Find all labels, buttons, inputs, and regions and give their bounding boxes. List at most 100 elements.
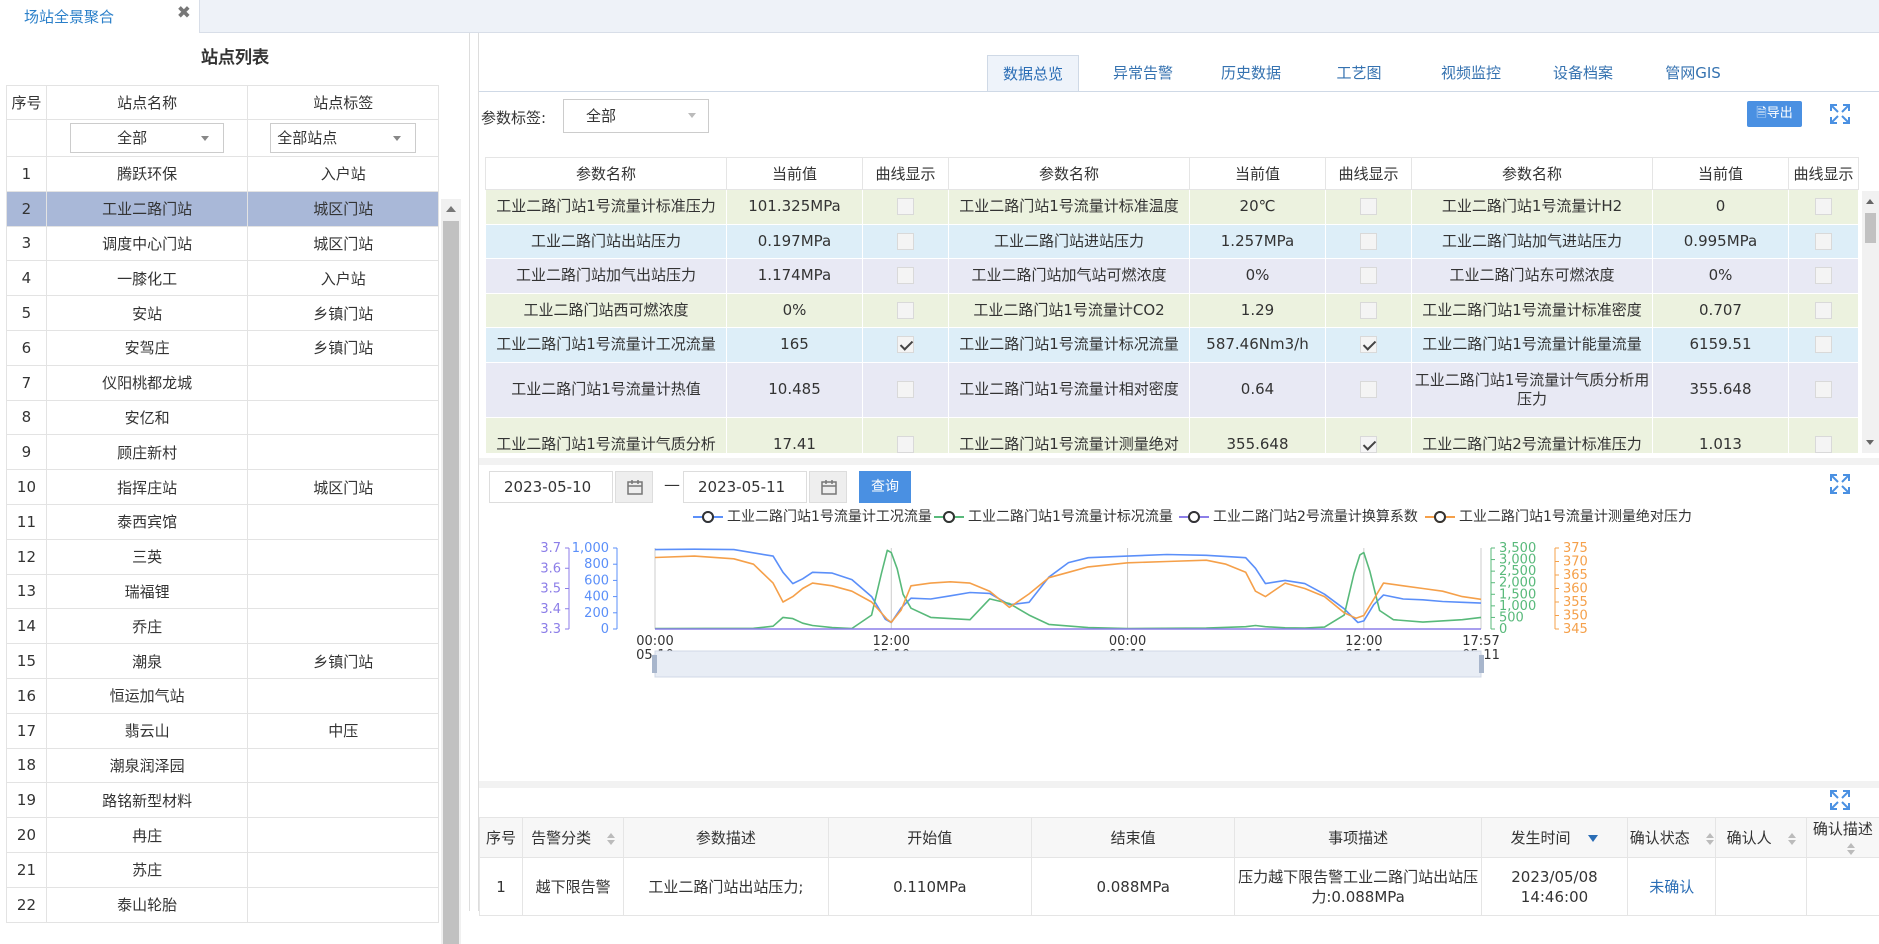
scrollbar-thumb[interactable]: [1865, 213, 1876, 243]
calendar-icon[interactable]: [809, 471, 847, 503]
curve-checkbox[interactable]: [1360, 336, 1377, 353]
station-row[interactable]: 6安驾庄乡镇门站: [7, 330, 439, 365]
tab-item[interactable]: 设备档案: [1531, 55, 1635, 92]
curve-checkbox[interactable]: [1815, 233, 1832, 250]
station-row[interactable]: 7仪阳桃都龙城: [7, 365, 439, 400]
legend-item[interactable]: 工业二路门站1号流量计标况流量: [934, 506, 1173, 526]
fullscreen-icon[interactable]: [1829, 103, 1851, 125]
station-row[interactable]: 14乔庄: [7, 609, 439, 644]
curve-checkbox[interactable]: [1815, 436, 1832, 453]
curve-checkbox[interactable]: [1815, 267, 1832, 284]
station-row[interactable]: 11泰西宾馆: [7, 504, 439, 539]
tab-item[interactable]: 数据总览: [987, 55, 1079, 92]
curve-checkbox[interactable]: [1360, 381, 1377, 398]
station-row[interactable]: 15潮泉乡镇门站: [7, 644, 439, 679]
curve-checkbox[interactable]: [897, 233, 914, 250]
param-name: 工业二路门站进站压力: [949, 224, 1190, 259]
zoom-handle-left[interactable]: [652, 655, 657, 673]
station-row[interactable]: 1腾跃环保入户站: [7, 157, 439, 192]
curve-checkbox[interactable]: [1360, 267, 1377, 284]
station-name-filter[interactable]: 全部: [70, 123, 224, 153]
tab-item[interactable]: 历史数据: [1203, 55, 1299, 92]
alarm-row[interactable]: 1越下限告警工业二路门站出站压力;0.110MPa0.088MPa压力越下限告警…: [480, 858, 1879, 916]
station-tag: [248, 783, 439, 818]
station-row[interactable]: 16恒运加气站: [7, 678, 439, 713]
export-button[interactable]: 🗎导出: [1747, 101, 1802, 127]
curve-checkbox[interactable]: [1360, 233, 1377, 250]
col-header: 序号: [7, 86, 47, 120]
zoom-handle-right[interactable]: [1479, 655, 1484, 673]
alarm-cell: 0.088MPa: [1032, 858, 1235, 916]
station-row[interactable]: 2工业二路门站城区门站: [7, 191, 439, 226]
sort-desc-icon[interactable]: [1588, 835, 1598, 842]
station-row[interactable]: 5安站乡镇门站: [7, 296, 439, 331]
station-row[interactable]: 19路铭新型材料: [7, 783, 439, 818]
legend-item[interactable]: 工业二路门站1号流量计工况流量: [693, 506, 932, 526]
curve-checkbox[interactable]: [897, 436, 914, 453]
scroll-up-icon[interactable]: [446, 206, 456, 212]
sort-icon[interactable]: [1847, 843, 1855, 855]
curve-checkbox[interactable]: [1815, 302, 1832, 319]
station-row[interactable]: 12三英: [7, 539, 439, 574]
station-tag-filter[interactable]: 全部站点: [270, 123, 416, 153]
sort-icon[interactable]: [607, 833, 615, 845]
chevron-down-icon: [201, 136, 209, 141]
calendar-icon[interactable]: [615, 471, 653, 503]
tab-item[interactable]: 管网GIS: [1643, 55, 1743, 92]
station-list-scrollbar[interactable]: [441, 199, 461, 944]
curve-checkbox[interactable]: [1815, 198, 1832, 215]
curve-checkbox[interactable]: [1360, 302, 1377, 319]
scroll-up-icon[interactable]: [1866, 199, 1874, 204]
legend-item[interactable]: 工业二路门站2号流量计换算系数: [1179, 506, 1418, 526]
alarm-cell[interactable]: 未确认: [1628, 858, 1716, 916]
param-col-header: 参数名称: [486, 158, 727, 190]
tab-item[interactable]: 异常告警: [1095, 55, 1191, 92]
curve-checkbox[interactable]: [1360, 436, 1377, 453]
zoom-slider[interactable]: [655, 651, 1481, 677]
station-row[interactable]: 21苏庄: [7, 852, 439, 887]
station-row[interactable]: 3调度中心门站城区门站: [7, 226, 439, 261]
station-index: 7: [7, 365, 47, 400]
param-table-scrollbar[interactable]: [1862, 191, 1879, 453]
tab-item[interactable]: 工艺图: [1311, 55, 1407, 92]
close-icon[interactable]: ✖: [177, 3, 191, 23]
sort-icon[interactable]: [1706, 833, 1714, 845]
curve-checkbox[interactable]: [897, 198, 914, 215]
curve-checkbox[interactable]: [897, 302, 914, 319]
date-to-input[interactable]: 2023-05-11: [683, 471, 807, 503]
station-name: 苏庄: [46, 852, 248, 887]
curve-checkbox[interactable]: [897, 267, 914, 284]
station-row[interactable]: 9顾庄新村: [7, 435, 439, 470]
station-row[interactable]: 8安亿和: [7, 400, 439, 435]
station-row[interactable]: 22泰山轮胎: [7, 887, 439, 922]
curve-checkbox[interactable]: [1815, 336, 1832, 353]
curve-checkbox[interactable]: [1360, 198, 1377, 215]
scroll-down-icon[interactable]: [1866, 440, 1874, 445]
curve-toggle-cell: [1326, 328, 1412, 363]
curve-checkbox[interactable]: [897, 336, 914, 353]
legend-item[interactable]: 工业二路门站1号流量计测量绝对压力: [1425, 506, 1692, 526]
curve-checkbox[interactable]: [1815, 381, 1832, 398]
sort-icon[interactable]: [1788, 833, 1796, 845]
date-from-input[interactable]: 2023-05-10: [489, 471, 613, 503]
station-row[interactable]: 17翡云山中压: [7, 713, 439, 748]
fullscreen-icon[interactable]: [1829, 789, 1851, 811]
tab-station-overview[interactable]: 场站全景聚合 ✖: [0, 0, 200, 33]
alarm-cell: [1806, 858, 1879, 916]
station-row[interactable]: 4一膝化工入户站: [7, 261, 439, 296]
tab-item[interactable]: 视频监控: [1419, 55, 1523, 92]
station-name: 翡云山: [46, 713, 248, 748]
station-row[interactable]: 20冉庄: [7, 818, 439, 853]
alarm-col-label: 事项描述: [1328, 829, 1388, 847]
scrollbar-thumb[interactable]: [443, 221, 459, 944]
param-row: 工业二路门站西可燃浓度0%工业二路门站1号流量计CO21.29工业二路门站1号流…: [486, 293, 1859, 328]
param-filter-select[interactable]: 全部: [563, 99, 709, 133]
station-row[interactable]: 18潮泉润泽园: [7, 748, 439, 783]
station-row[interactable]: 10指挥庄站城区门站: [7, 470, 439, 505]
fullscreen-icon[interactable]: [1829, 473, 1851, 495]
curve-checkbox[interactable]: [897, 381, 914, 398]
station-row[interactable]: 13瑞福锂: [7, 574, 439, 609]
query-button[interactable]: 查询: [859, 471, 911, 503]
curve-toggle-cell: [1326, 293, 1412, 328]
param-row: 工业二路门站1号流量计气质分析17.41工业二路门站1号流量计测量绝对355.6…: [486, 417, 1859, 453]
